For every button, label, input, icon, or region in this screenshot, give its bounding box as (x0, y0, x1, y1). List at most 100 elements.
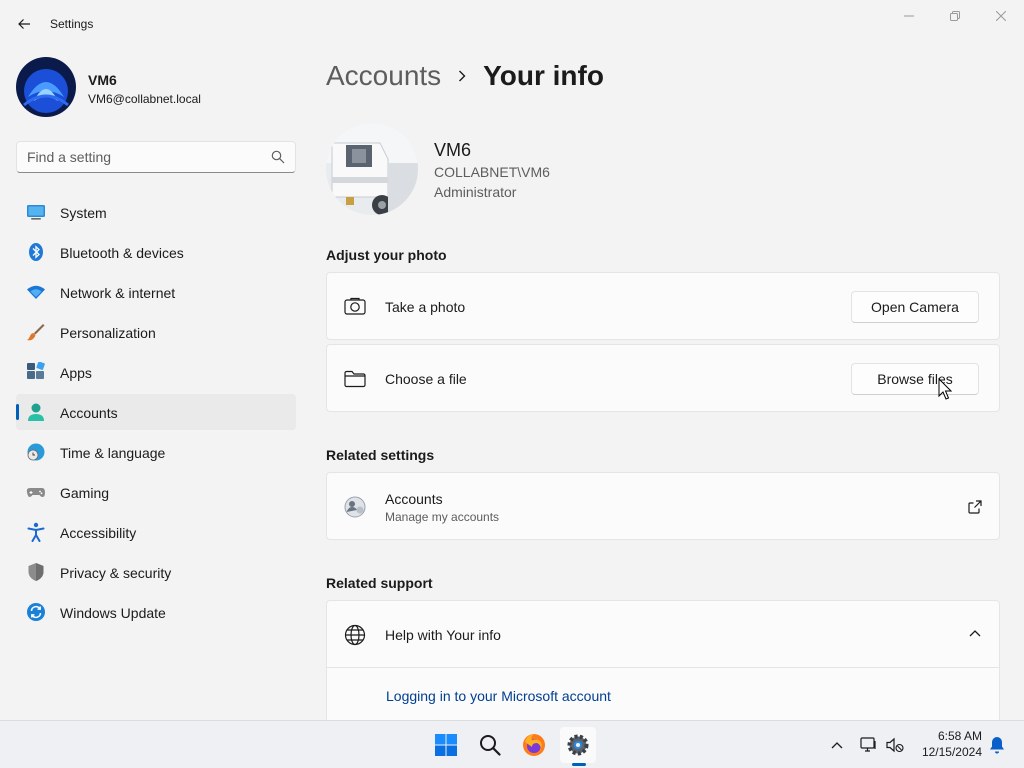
network-monitor-icon (860, 737, 876, 752)
choose-file-card: Choose a file Browse files (326, 344, 1000, 412)
sidebar-item-label: Apps (60, 365, 92, 381)
restore-icon (950, 11, 960, 21)
sidebar-item-gaming[interactable]: Gaming (16, 474, 296, 510)
sidebar-item-personalization[interactable]: Personalization (16, 314, 296, 350)
chevron-up-icon[interactable] (969, 629, 981, 637)
clock-time[interactable]: 6:58 AM (924, 729, 982, 743)
user-name: VM6 (434, 140, 472, 160)
sidebar-item-label: System (60, 205, 107, 221)
chevron-up-icon (831, 742, 843, 749)
clock-globe-icon (26, 442, 46, 462)
sidebar-item-time-language[interactable]: Time & language (16, 434, 296, 470)
sidebar-nav: System Bluetooth & devices Network & int… (16, 194, 296, 634)
sidebar-item-label: Accessibility (60, 525, 137, 541)
help-expander-card: Help with Your info (326, 600, 1000, 730)
breadcrumb-parent[interactable]: Accounts (326, 60, 441, 92)
back-arrow-icon (18, 19, 30, 29)
firefox-taskbar-button[interactable] (516, 727, 552, 763)
sidebar-item-label: Time & language (60, 445, 166, 461)
sidebar-item-bluetooth[interactable]: Bluetooth & devices (16, 234, 296, 270)
taskbar-search-button[interactable] (472, 727, 508, 763)
browse-files-button[interactable]: Browse files (851, 363, 979, 395)
speaker-muted-icon (886, 737, 904, 753)
close-icon (996, 11, 1006, 21)
page-title: Your info (483, 60, 604, 91)
accessibility-icon (26, 522, 46, 542)
accounts-icon (26, 402, 46, 422)
sidebar-item-label: Gaming (60, 485, 110, 501)
restore-button[interactable] (932, 0, 978, 32)
sidebar-item-accounts[interactable]: Accounts (16, 394, 296, 430)
notifications-button[interactable] (984, 727, 1010, 763)
minimize-icon (904, 15, 914, 17)
globe-icon (343, 623, 367, 647)
sidebar-item-label: Bluetooth & devices (60, 245, 184, 261)
bloom-wallpaper-icon (16, 57, 76, 117)
window-title: Settings (50, 17, 94, 31)
profile-email: VM6@collabnet.local (88, 92, 201, 106)
sidebar-item-windows-update[interactable]: Windows Update (16, 594, 296, 630)
help-expander-header[interactable]: Help with Your info (327, 601, 999, 668)
user-role: Administrator (434, 184, 517, 200)
sidebar-item-label: Network & internet (60, 285, 176, 301)
truck-photo-icon (326, 123, 418, 215)
mouse-cursor-icon (938, 378, 952, 400)
microsoft-account-login-link[interactable]: Logging in to your Microsoft account (386, 688, 611, 704)
accounts-link-card[interactable]: Accounts Manage my accounts (326, 472, 1000, 540)
section-title-related-support: Related support (326, 575, 433, 591)
volume-tray-button[interactable] (882, 727, 908, 763)
choose-file-label: Choose a file (385, 371, 467, 387)
sidebar-item-label: Privacy & security (60, 565, 172, 581)
profile-name: VM6 (88, 72, 117, 88)
take-photo-label: Take a photo (385, 299, 466, 315)
settings-taskbar-button[interactable] (560, 727, 596, 763)
bluetooth-icon (26, 242, 46, 262)
sidebar-item-accessibility[interactable]: Accessibility (16, 514, 296, 550)
network-icon (26, 282, 46, 302)
avatar (16, 57, 76, 117)
sidebar-item-apps[interactable]: Apps (16, 354, 296, 390)
search-icon (480, 735, 501, 756)
folder-icon (343, 367, 367, 391)
sidebar-item-system[interactable]: System (16, 194, 296, 230)
external-link-icon (968, 500, 982, 514)
section-title-related-settings: Related settings (326, 447, 435, 463)
sidebar-item-privacy-security[interactable]: Privacy & security (16, 554, 296, 590)
back-button[interactable] (10, 10, 38, 38)
active-app-indicator (572, 763, 586, 766)
sidebar-item-label: Accounts (60, 405, 118, 421)
network-tray-button[interactable] (856, 727, 882, 763)
search-icon[interactable] (271, 150, 285, 164)
help-divider (326, 667, 1000, 668)
sidebar-item-label: Windows Update (60, 605, 166, 621)
clock-date[interactable]: 12/15/2024 (914, 745, 982, 759)
accounts-link-subtitle: Manage my accounts (385, 510, 500, 524)
search-input[interactable] (27, 142, 263, 172)
accounts-globe-icon (343, 495, 367, 519)
breadcrumb-separator (441, 69, 483, 83)
shield-icon (26, 562, 46, 582)
bell-icon (990, 737, 1004, 754)
title-bar: Settings (0, 0, 1024, 48)
user-photo (326, 123, 418, 215)
close-button[interactable] (978, 0, 1024, 32)
search-box[interactable] (16, 141, 296, 173)
apps-icon (26, 362, 46, 382)
paintbrush-icon (26, 322, 46, 342)
open-camera-button[interactable]: Open Camera (851, 291, 979, 323)
start-button[interactable] (428, 727, 464, 763)
windows-logo-icon (435, 734, 457, 756)
sidebar-item-network[interactable]: Network & internet (16, 274, 296, 310)
user-domain: COLLABNET\VM6 (434, 164, 550, 180)
system-icon (26, 202, 46, 222)
user-info-card: VM6 COLLABNET\VM6 Administrator (326, 123, 1000, 217)
show-hidden-icons-button[interactable] (820, 727, 854, 763)
breadcrumb: Accounts Your info (326, 58, 604, 94)
minimize-button[interactable] (886, 0, 932, 32)
chevron-right-icon (459, 70, 466, 82)
sidebar-profile[interactable]: VM6 VM6@collabnet.local (16, 57, 296, 117)
update-icon (26, 602, 46, 622)
taskbar: 6:58 AM 12/15/2024 (0, 720, 1024, 768)
gear-icon (567, 734, 589, 756)
help-expander-label: Help with Your info (385, 627, 501, 643)
